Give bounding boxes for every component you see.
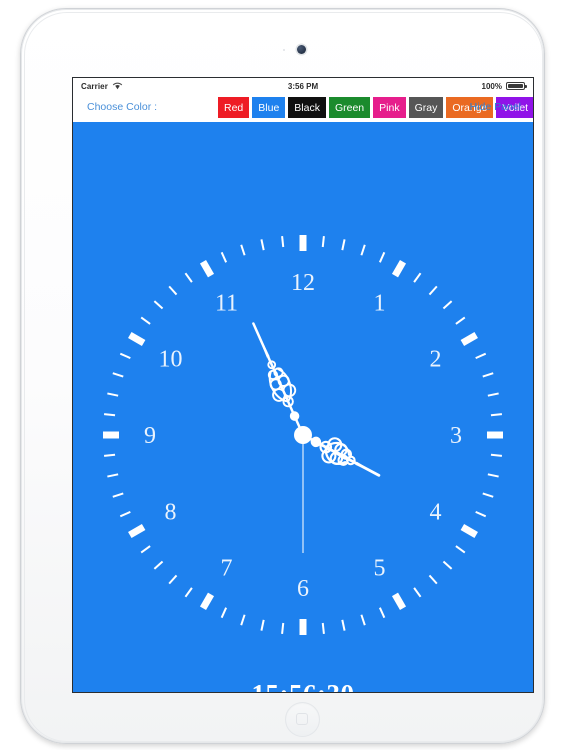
home-button[interactable] (285, 702, 320, 737)
clock-tick-minute (260, 239, 265, 251)
clock-tick-minute (482, 492, 494, 498)
clock-numeral-8: 8 (165, 500, 177, 526)
clock-tick-minute (107, 473, 119, 478)
clock-tick-minute (153, 560, 164, 570)
clock-tick-minute (119, 352, 131, 360)
clock-tick-minute (140, 316, 151, 325)
battery-full-icon (506, 82, 527, 90)
color-swatch-green[interactable]: Green (328, 97, 371, 118)
clock-numeral-5: 5 (374, 556, 386, 582)
clock-tick-minute (281, 622, 285, 635)
clock-tick-hour (391, 592, 407, 610)
clock-numeral-12: 12 (291, 270, 315, 296)
status-bar-time: 3:56 PM (287, 82, 319, 91)
clock-tick-minute (140, 545, 151, 554)
clock-tick-minute (475, 352, 487, 360)
clock-tick-minute (103, 453, 116, 457)
minute-hand (252, 322, 305, 437)
color-swatch-gray[interactable]: Gray (408, 97, 444, 118)
clock-numeral-11: 11 (215, 291, 238, 317)
clock-tick-minute (378, 251, 386, 263)
clock-tick-minute (428, 285, 438, 296)
clock-tick-hour (391, 260, 407, 278)
clock-numeral-10: 10 (159, 347, 183, 373)
clock-tick-minute (184, 587, 193, 598)
hide-panel-button[interactable]: Hide Panel (470, 101, 521, 113)
clock-numeral-2: 2 (430, 347, 442, 373)
clock-center-cap (294, 426, 312, 444)
clock-tick-minute (107, 392, 119, 397)
clock-tick-minute (490, 413, 503, 417)
clock-tick-minute (240, 614, 246, 626)
clock-tick-minute (442, 300, 453, 310)
clock-tick-minute (413, 272, 422, 283)
clock-tick-minute (153, 300, 164, 310)
clock-tick-minute (184, 272, 193, 283)
clock-tick-minute (475, 510, 487, 518)
clock-tick-minute (455, 545, 466, 554)
clock-tick-minute (260, 619, 265, 631)
color-swatch-red[interactable]: Red (218, 97, 250, 118)
clock-numeral-3: 3 (450, 423, 462, 449)
clock-tick-minute (360, 244, 366, 256)
hand-bulb (289, 411, 300, 421)
clock-tick-minute (455, 316, 466, 325)
clock-tick-hour (128, 331, 146, 347)
clock-numeral-4: 4 (430, 500, 442, 526)
clock-tick-minute (321, 622, 325, 635)
clock-tick-minute (341, 239, 346, 251)
clock-tick-minute (341, 619, 346, 631)
clock-numeral-9: 9 (144, 423, 156, 449)
home-button-icon (296, 713, 308, 725)
digital-time-display: 15:56:30 (73, 679, 533, 692)
clock-numeral-1: 1 (374, 291, 386, 317)
clock-tick-minute (168, 285, 178, 296)
choose-color-label: Choose Color : (87, 101, 158, 113)
analog-clock: 121234567891011 (103, 235, 503, 635)
clock-tick-hour (199, 260, 215, 278)
ipad-screen: Carrier 3:56 PM 100% Choose Color : Red B… (73, 78, 533, 692)
clock-tick-hour (128, 523, 146, 539)
clock-canvas[interactable]: 121234567891011 15:56:30 (73, 122, 533, 692)
clock-tick-minute (112, 492, 124, 498)
color-swatch-pink[interactable]: Pink (373, 97, 406, 118)
clock-tick-minute (487, 473, 499, 478)
clock-tick-minute (220, 607, 228, 619)
clock-tick-minute (442, 560, 453, 570)
clock-tick-minute (240, 244, 246, 256)
color-chooser-panel: Choose Color : Red Blue Black Green Pink Gray… (73, 94, 533, 122)
color-swatch-blue[interactable]: Blue (252, 97, 286, 118)
clock-tick-hour (199, 592, 215, 610)
clock-tick-hour (460, 523, 478, 539)
clock-tick-minute (281, 235, 285, 248)
battery-fill (508, 84, 523, 88)
ipad-device-frame: Carrier 3:56 PM 100% Choose Color : Red B… (20, 8, 545, 744)
clock-numeral-6: 6 (297, 576, 309, 602)
clock-tick-minute (168, 574, 178, 585)
clock-tick-minute (490, 453, 503, 457)
ambient-light-sensor-icon (283, 49, 285, 51)
color-swatch-black[interactable]: Black (288, 97, 326, 118)
clock-tick-minute (103, 413, 116, 417)
clock-tick-minute (413, 587, 422, 598)
clock-tick-minute (428, 574, 438, 585)
clock-tick-minute (482, 372, 494, 378)
clock-tick-minute (321, 235, 325, 248)
clock-tick-minute (487, 392, 499, 397)
clock-tick-minute (360, 614, 366, 626)
clock-tick-hour (460, 331, 478, 347)
battery-percent-label: 100% (481, 82, 502, 91)
clock-tick-minute (112, 372, 124, 378)
clock-tick-minute (119, 510, 131, 518)
status-bar: Carrier 3:56 PM 100% (73, 78, 533, 94)
front-camera-icon (297, 45, 306, 54)
clock-tick-minute (378, 607, 386, 619)
clock-numeral-7: 7 (221, 556, 233, 582)
clock-tick-minute (220, 251, 228, 263)
